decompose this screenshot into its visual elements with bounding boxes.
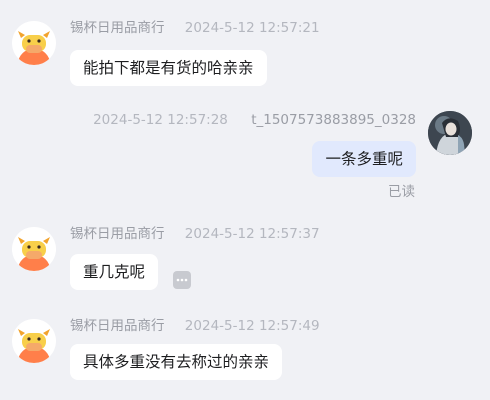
- message-meta: 锡杯日用品商行 2024-5-12 12:57:49: [70, 316, 320, 336]
- message-incoming: 锡杯日用品商行 2024-5-12 12:57:49 具体多重没有去称过的亲亲: [0, 316, 490, 386]
- shop-avatar[interactable]: [12, 319, 56, 363]
- chat-message-list: 锡杯日用品商行 2024-5-12 12:57:21 能拍下都是有货的哈亲亲 2…: [0, 0, 490, 400]
- message-bubble[interactable]: 具体多重没有去称过的亲亲: [70, 344, 283, 380]
- cow-mascot-icon: [12, 227, 56, 271]
- sender-name: 锡杯日用品商行: [70, 20, 165, 36]
- cow-mascot-icon: [12, 319, 56, 363]
- message-incoming: 锡杯日用品商行 2024-5-12 12:57:37 重几克呢: [0, 224, 490, 294]
- shop-avatar[interactable]: [12, 21, 56, 65]
- sender-name: 锡杯日用品商行: [70, 318, 165, 334]
- message-time: 2024-5-12 12:57:21: [184, 20, 320, 36]
- message-time: 2024-5-12 12:57:37: [184, 226, 320, 242]
- message-outgoing: 2024-5-12 12:57:28 t_1507573883895_0328 …: [0, 110, 490, 200]
- sender-name: 锡杯日用品商行: [70, 226, 165, 242]
- ellipsis-icon: [176, 278, 188, 282]
- more-options-button[interactable]: [173, 271, 191, 289]
- message-bubble[interactable]: 能拍下都是有货的哈亲亲: [70, 50, 267, 86]
- message-meta: 2024-5-12 12:57:28 t_1507573883895_0328: [93, 110, 416, 130]
- message-meta: 锡杯日用品商行 2024-5-12 12:57:21: [70, 18, 320, 38]
- cow-mascot-icon: [12, 21, 56, 65]
- message-time: 2024-5-12 12:57:28: [93, 112, 228, 128]
- message-bubble[interactable]: 一条多重呢: [312, 141, 416, 177]
- message-bubble[interactable]: 重几克呢: [70, 254, 159, 290]
- message-time: 2024-5-12 12:57:49: [184, 318, 320, 334]
- sender-name: t_1507573883895_0328: [251, 112, 416, 128]
- shop-avatar[interactable]: [12, 227, 56, 271]
- message-incoming: 锡杯日用品商行 2024-5-12 12:57:21 能拍下都是有货的哈亲亲: [0, 18, 490, 88]
- read-status: 已读: [388, 184, 415, 200]
- user-photo-icon: [428, 111, 472, 155]
- message-meta: 锡杯日用品商行 2024-5-12 12:57:37: [70, 224, 320, 244]
- user-avatar[interactable]: [428, 111, 472, 155]
